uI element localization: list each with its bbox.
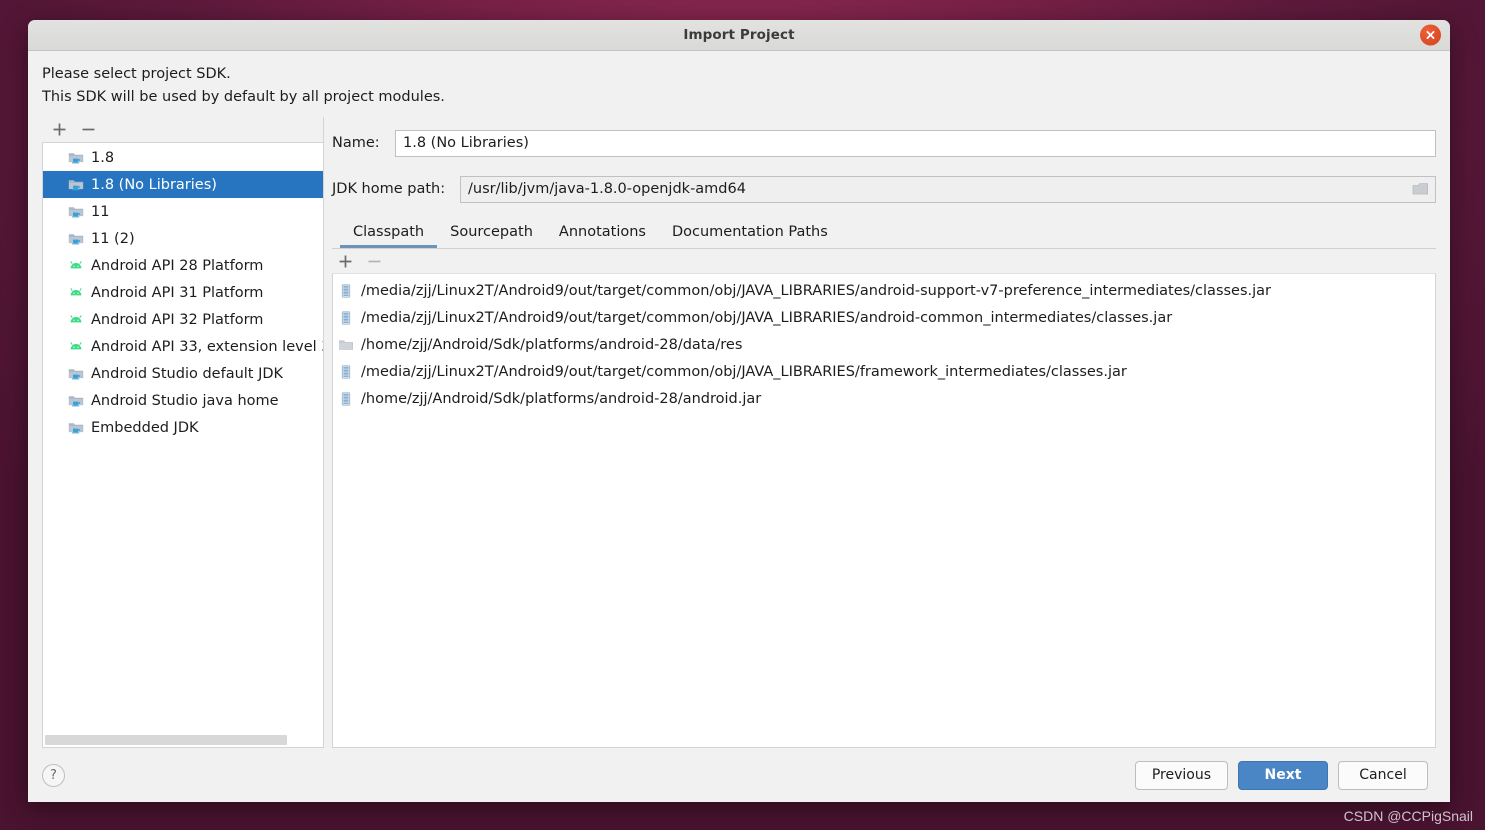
remove-sdk-button[interactable]	[81, 122, 96, 137]
name-label: Name:	[332, 135, 380, 151]
sdk-list-item[interactable]: Android API 31 Platform	[43, 279, 323, 306]
classpath-entry-path: /media/zjj/Linux2T/Android9/out/target/c…	[361, 309, 1173, 326]
jdk-home-row: JDK home path: /usr/lib/jvm/java-1.8.0-o…	[332, 175, 1436, 203]
jdk-home-label: JDK home path:	[332, 181, 446, 197]
jdk-icon	[68, 368, 84, 379]
sdk-list-item-label: Android API 31 Platform	[91, 284, 264, 301]
classpath-list[interactable]: /media/zjj/Linux2T/Android9/out/target/c…	[332, 274, 1436, 748]
sdk-list-item[interactable]: 11	[43, 198, 323, 225]
tab-documentation-paths[interactable]: Documentation Paths	[659, 219, 841, 248]
classpath-entry[interactable]: /home/zjj/Android/Sdk/platforms/android-…	[333, 385, 1435, 412]
jdk-icon	[68, 206, 84, 217]
sdk-list-hscrollbar-thumb[interactable]	[45, 735, 287, 745]
android-icon	[70, 341, 82, 349]
tab-classpath[interactable]: Classpath	[340, 219, 438, 248]
sdk-list-item[interactable]: 11 (2)	[43, 225, 323, 252]
sdk-list-hscrollbar[interactable]	[43, 733, 323, 747]
dialog-footer: ? Previous Next Cancel	[28, 748, 1450, 802]
previous-button[interactable]: Previous	[1134, 760, 1228, 790]
sdk-list-item-label: Android Studio default JDK	[91, 365, 284, 382]
classpath-entry-path: /home/zjj/Android/Sdk/platforms/android-…	[361, 336, 743, 353]
jdk-icon	[68, 395, 84, 406]
sdk-list-pane: 1.8 1.8 (No Libraries) 11 11 (2) Android API…	[42, 117, 323, 748]
classpath-entry-path: /home/zjj/Android/Sdk/platforms/android-…	[361, 390, 762, 407]
android-icon	[70, 260, 82, 268]
android-icon	[70, 314, 82, 322]
classpath-entry[interactable]: /media/zjj/Linux2T/Android9/out/target/c…	[333, 304, 1435, 331]
prompt-block: Please select project SDK. This SDK will…	[42, 63, 1436, 109]
tab-sourcepath[interactable]: Sourcepath	[437, 219, 546, 248]
sdk-list-toolbar	[42, 117, 323, 142]
add-sdk-button[interactable]	[52, 122, 67, 137]
help-button[interactable]: ?	[42, 763, 65, 787]
name-input[interactable]: 1.8 (No Libraries)	[395, 129, 1436, 157]
prompt-line-1: Please select project SDK.	[42, 66, 231, 82]
jdk-icon	[68, 152, 84, 163]
sdk-list-item-label: 1.8	[91, 149, 115, 166]
sdk-list-item[interactable]: Android API 33, extension level 3 Platfo…	[43, 333, 323, 360]
plus-icon	[53, 123, 66, 136]
plus-icon	[339, 255, 352, 267]
add-classpath-button[interactable]	[338, 254, 353, 269]
sdk-list-container[interactable]: 1.8 1.8 (No Libraries) 11 11 (2) Android API…	[42, 142, 323, 748]
jar-icon	[341, 391, 351, 406]
sdk-list-item-label: 11	[91, 203, 110, 220]
minus-icon	[368, 260, 381, 262]
jdk-icon	[68, 233, 84, 244]
close-icon	[1426, 31, 1435, 39]
android-icon	[70, 287, 82, 295]
jdk-icon	[68, 422, 84, 433]
sdk-list-item[interactable]: 1.8	[43, 144, 323, 171]
cancel-button[interactable]: Cancel	[1338, 760, 1428, 790]
jdk-browse-button[interactable]	[1405, 177, 1435, 202]
sdk-list-item[interactable]: Embedded JDK	[43, 414, 323, 441]
minus-icon	[82, 128, 95, 131]
sdk-list-item-label: Android API 32 Platform	[91, 311, 264, 328]
jdk-home-value: /usr/lib/jvm/java-1.8.0-openjdk-amd64	[468, 181, 746, 197]
prompt-line-2: This SDK will be used by default by all …	[42, 89, 445, 105]
sdk-list-item-label: Android API 33, extension level 3 Platfo…	[91, 338, 323, 355]
dialog-body: Please select project SDK. This SDK will…	[28, 51, 1450, 748]
sdk-list[interactable]: 1.8 1.8 (No Libraries) 11 11 (2) Android API…	[43, 143, 323, 733]
main-split: 1.8 1.8 (No Libraries) 11 11 (2) Android API…	[42, 117, 1436, 748]
details-tabs: Classpath Sourcepath Annotations Documentat…	[332, 219, 1436, 249]
sdk-list-item-label: 11 (2)	[91, 230, 135, 247]
sdk-list-item[interactable]: 1.8 (No Libraries)	[43, 171, 323, 198]
jar-icon	[341, 364, 351, 379]
classpath-entry[interactable]: /media/zjj/Linux2T/Android9/out/target/c…	[333, 358, 1435, 385]
watermark: CSDN @CCPigSnail	[1343, 808, 1473, 824]
classpath-entry[interactable]: /media/zjj/Linux2T/Android9/out/target/c…	[333, 277, 1435, 304]
sdk-list-item[interactable]: Android API 32 Platform	[43, 306, 323, 333]
sdk-list-item[interactable]: Android Studio java home	[43, 387, 323, 414]
folder-browse-icon	[1412, 183, 1428, 195]
classpath-toolbar	[332, 249, 1436, 274]
footer-buttons: Previous Next Cancel	[1134, 760, 1428, 790]
sdk-details-pane: Name: 1.8 (No Libraries) JDK home path: …	[323, 117, 1436, 748]
classpath-entry[interactable]: /home/zjj/Android/Sdk/platforms/android-…	[333, 331, 1435, 358]
jdk-icon	[68, 179, 84, 190]
remove-classpath-button[interactable]	[367, 254, 382, 269]
sdk-list-item[interactable]: Android Studio default JDK	[43, 360, 323, 387]
dialog-title: Import Project	[683, 27, 795, 43]
classpath-entry-path: /media/zjj/Linux2T/Android9/out/target/c…	[361, 363, 1127, 380]
classpath-entry-path: /media/zjj/Linux2T/Android9/out/target/c…	[361, 282, 1272, 299]
sdk-list-item-label: 1.8 (No Libraries)	[91, 176, 217, 193]
name-row: Name: 1.8 (No Libraries)	[332, 129, 1436, 157]
tab-annotations[interactable]: Annotations	[546, 219, 659, 248]
dialog-titlebar: Import Project	[28, 20, 1450, 51]
close-button[interactable]	[1420, 24, 1441, 46]
import-project-dialog: Import Project Please select project SDK…	[28, 20, 1450, 802]
sdk-list-item-label: Android Studio java home	[91, 392, 279, 409]
jdk-home-field[interactable]: /usr/lib/jvm/java-1.8.0-openjdk-amd64	[460, 175, 1436, 203]
sdk-list-item-label: Android API 28 Platform	[91, 257, 264, 274]
desktop-background: Import Project Please select project SDK…	[0, 0, 1485, 830]
next-button[interactable]: Next	[1238, 760, 1328, 790]
folder-icon	[339, 339, 353, 350]
jar-icon	[341, 283, 351, 298]
jar-icon	[341, 310, 351, 325]
sdk-list-item[interactable]: Android API 28 Platform	[43, 252, 323, 279]
sdk-list-item-label: Embedded JDK	[91, 419, 199, 436]
